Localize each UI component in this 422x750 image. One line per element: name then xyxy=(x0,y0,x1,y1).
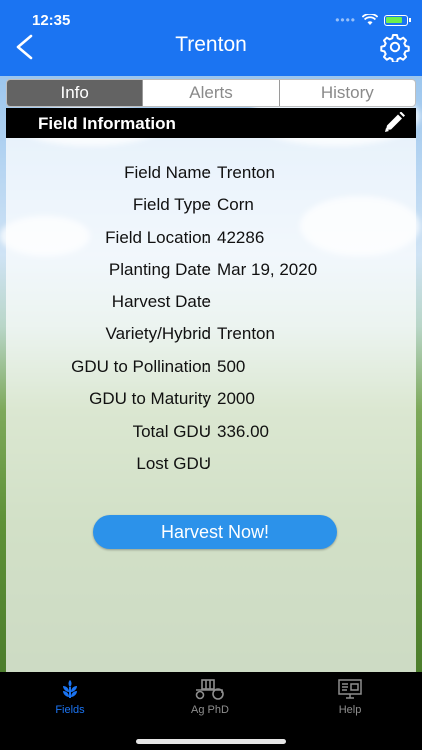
field-value: 336.00 xyxy=(217,422,269,441)
tab-label: Fields xyxy=(55,704,85,716)
wifi-icon xyxy=(362,14,378,25)
separator: : xyxy=(204,357,209,376)
separator: : xyxy=(204,454,209,473)
wheat-icon xyxy=(63,680,77,698)
status-icons: •••• xyxy=(335,13,411,27)
field-value: Mar 19, 2020 xyxy=(217,260,318,279)
separator: : xyxy=(204,324,209,343)
harvest-now-button[interactable]: Harvest Now! xyxy=(93,515,337,549)
tab-label: Ag PhD xyxy=(191,704,229,716)
panel-header: Field Information xyxy=(6,108,416,138)
separator: : xyxy=(204,195,209,214)
navigation-bar: 12:35 •••• Trenton xyxy=(0,0,422,76)
field-row: Harvest Date : xyxy=(6,292,416,316)
field-value: 42286 xyxy=(217,228,265,247)
separator: : xyxy=(204,292,209,311)
field-row: Planting Date : Mar 19, 2020 xyxy=(6,260,416,284)
separator: : xyxy=(204,163,209,182)
status-time: 12:35 xyxy=(32,12,71,29)
field-row: Variety/Hybrid : Trenton xyxy=(6,324,416,348)
page-title: Trenton xyxy=(175,33,247,56)
tab-ag-phd[interactable]: Ag PhD xyxy=(170,678,250,716)
field-row: Field Name : Trenton xyxy=(6,163,416,187)
field-label: Field Type xyxy=(132,195,211,214)
pencil-edit-icon[interactable] xyxy=(382,112,406,134)
field-value: Trenton xyxy=(217,163,275,182)
field-label: Planting Date xyxy=(108,260,211,279)
separator: : xyxy=(204,228,209,247)
panel-title: Field Information xyxy=(38,114,176,133)
field-row: GDU to Pollination : 500 xyxy=(6,357,416,381)
battery-icon xyxy=(384,14,411,26)
home-indicator[interactable] xyxy=(136,739,286,744)
tab-help[interactable]: Help xyxy=(310,678,390,716)
gear-icon[interactable] xyxy=(380,32,410,62)
tab-history[interactable]: History xyxy=(280,80,415,106)
field-row: GDU to Maturity : 2000 xyxy=(6,389,416,413)
field-row: Field Location : 42286 xyxy=(6,228,416,252)
presentation-board-icon xyxy=(338,679,362,699)
tab-alerts[interactable]: Alerts xyxy=(143,80,280,106)
field-label: Variety/Hybrid xyxy=(105,324,212,343)
field-label: Harvest Date xyxy=(111,292,211,311)
tab-info[interactable]: Info xyxy=(7,80,144,106)
separator: : xyxy=(204,389,209,408)
field-row: Lost GDU : xyxy=(6,454,416,478)
field-row: Total GDU : 336.00 xyxy=(6,422,416,446)
field-value: Corn xyxy=(217,195,254,214)
field-label: Field Location xyxy=(105,228,211,247)
field-row: Field Type : Corn xyxy=(6,195,416,219)
separator: : xyxy=(204,422,209,441)
signal-dots-icon: •••• xyxy=(335,13,356,27)
tractor-icon xyxy=(195,679,224,700)
field-label: GDU to Pollination xyxy=(71,357,211,376)
field-value: Trenton xyxy=(217,324,275,343)
field-label: GDU to Maturity xyxy=(89,389,211,408)
field-label: Total GDU xyxy=(132,422,211,441)
field-label: Lost GDU xyxy=(136,454,211,473)
field-value: 2000 xyxy=(217,389,255,408)
field-information-panel: Field Information Field Name : Trenton F… xyxy=(6,108,416,672)
field-label: Field Name xyxy=(124,163,211,182)
field-value: 500 xyxy=(217,357,246,376)
segmented-control: Info Alerts History xyxy=(6,79,416,107)
separator: : xyxy=(204,260,209,279)
tab-label: Help xyxy=(338,704,362,716)
tab-fields[interactable]: Fields xyxy=(30,678,110,716)
